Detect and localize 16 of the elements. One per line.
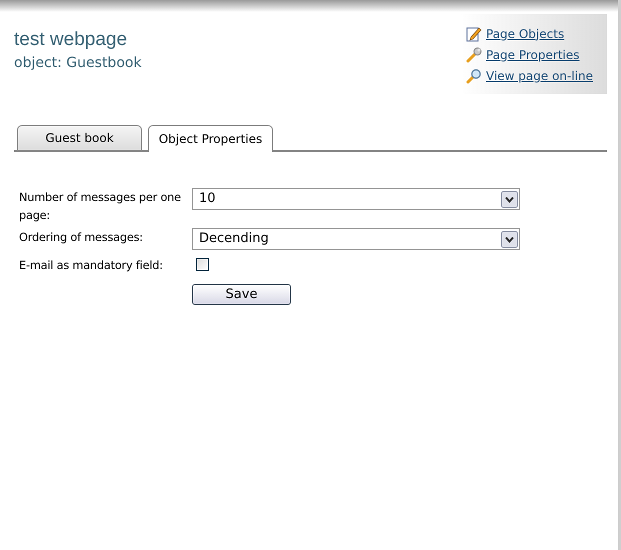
nav-link[interactable]: View page on-line [486, 66, 594, 84]
field-label: Ordering of messages: [19, 230, 144, 246]
dropdown[interactable]: 10 [192, 188, 520, 210]
tab[interactable]: Object Properties [148, 125, 273, 152]
object-subtitle: object: Guestbook [14, 54, 142, 73]
nav-link[interactable]: Page Properties [486, 46, 580, 64]
nav-link[interactable]: Page Objects [486, 24, 564, 42]
page-title: test webpage [14, 28, 128, 52]
checkbox[interactable] [196, 258, 209, 271]
field-label: E-mail as mandatory field: [19, 258, 164, 274]
dropdown[interactable]: Decending [192, 228, 520, 250]
pencil-note-icon [466, 26, 482, 42]
tab[interactable]: Guest book [17, 125, 142, 150]
search-icon [466, 68, 482, 84]
field-label: Number of messages per one page: [19, 190, 182, 224]
save-button[interactable]: Save [192, 284, 291, 305]
